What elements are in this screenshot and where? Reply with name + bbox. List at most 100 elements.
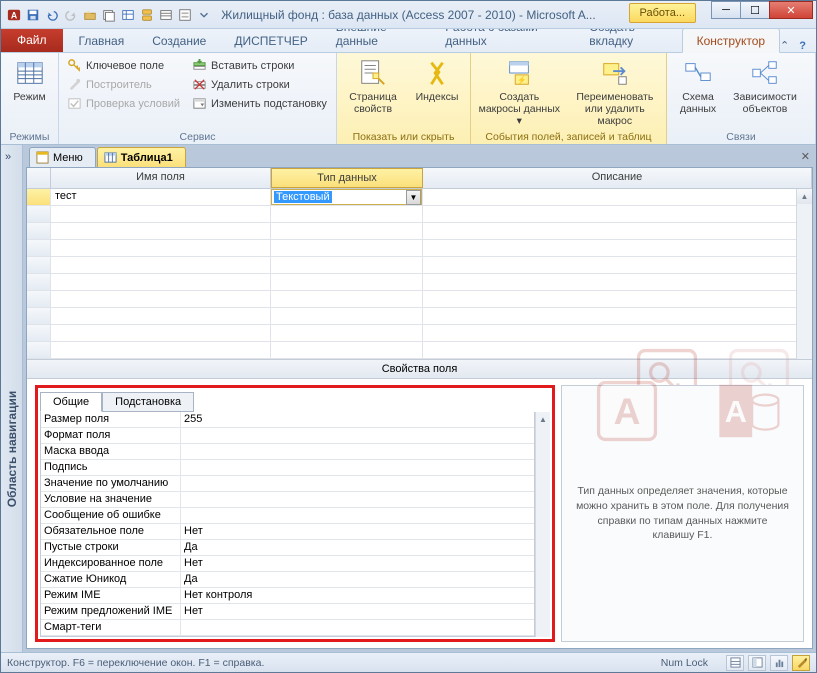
property-value[interactable] bbox=[181, 460, 534, 475]
qat-btn-9[interactable] bbox=[176, 6, 194, 24]
property-value[interactable] bbox=[181, 428, 534, 443]
delete-rows-button[interactable]: Удалить строки bbox=[188, 76, 331, 93]
field-row[interactable] bbox=[27, 206, 812, 223]
tab-general[interactable]: Общие bbox=[40, 392, 102, 412]
navigation-pane-collapsed[interactable]: » Область навигации bbox=[1, 145, 23, 652]
data-type-cell[interactable]: Текстовый ▼ bbox=[271, 189, 423, 205]
qat-btn-5[interactable] bbox=[100, 6, 118, 24]
tab-file[interactable]: Файл bbox=[1, 28, 63, 52]
property-value[interactable]: Да bbox=[181, 572, 534, 587]
property-row[interactable]: Маска ввода bbox=[41, 444, 534, 460]
field-name-cell[interactable]: тест bbox=[51, 189, 271, 205]
pivot-view-btn[interactable] bbox=[748, 655, 766, 671]
close-tab-icon[interactable]: ✕ bbox=[795, 146, 816, 167]
property-value[interactable]: Да bbox=[181, 540, 534, 555]
property-value[interactable] bbox=[181, 492, 534, 507]
datasheet-view-btn[interactable] bbox=[726, 655, 744, 671]
data-macros-button[interactable]: ⚡ Создать макросы данных ▾ bbox=[475, 55, 564, 129]
property-row[interactable]: Сжатие ЮникодДа bbox=[41, 572, 534, 588]
maximize-button[interactable]: ☐ bbox=[740, 1, 770, 19]
property-value[interactable]: Нет bbox=[181, 604, 534, 619]
close-button[interactable]: ✕ bbox=[769, 1, 813, 19]
property-row[interactable]: Режим IMEНет контроля bbox=[41, 588, 534, 604]
tab-lookup[interactable]: Подстановка bbox=[102, 392, 194, 412]
view-button[interactable]: Режим bbox=[5, 55, 54, 105]
property-value[interactable] bbox=[181, 620, 534, 635]
undo-icon[interactable] bbox=[43, 6, 61, 24]
datasheet-view-icon bbox=[14, 57, 46, 89]
qat-btn-7[interactable] bbox=[138, 6, 156, 24]
col-data-type[interactable]: Тип данных bbox=[271, 168, 423, 188]
field-row[interactable] bbox=[27, 240, 812, 257]
field-row[interactable] bbox=[27, 257, 812, 274]
field-row[interactable] bbox=[27, 342, 812, 359]
property-value[interactable] bbox=[181, 444, 534, 459]
tab-dispatcher[interactable]: ДИСПЕТЧЕР bbox=[220, 29, 321, 52]
qat-btn-4[interactable] bbox=[81, 6, 99, 24]
property-row[interactable]: Размер поля255 bbox=[41, 412, 534, 428]
property-value[interactable]: Нет bbox=[181, 556, 534, 571]
collapse-ribbon-icon[interactable]: ⌃ bbox=[780, 39, 789, 52]
field-row[interactable] bbox=[27, 274, 812, 291]
indexes-icon bbox=[421, 57, 453, 89]
property-row[interactable]: Сообщение об ошибке bbox=[41, 508, 534, 524]
indexes-button[interactable]: Индексы bbox=[409, 55, 465, 105]
qat-customize-icon[interactable] bbox=[195, 6, 213, 24]
chart-view-btn[interactable] bbox=[770, 655, 788, 671]
object-tab-table1[interactable]: Таблица1 bbox=[97, 147, 186, 167]
minimize-button[interactable]: ─ bbox=[711, 1, 741, 19]
app-icon[interactable]: A bbox=[5, 6, 23, 24]
field-row[interactable] bbox=[27, 325, 812, 342]
field-rows-scrollbar[interactable]: ▲ bbox=[796, 189, 812, 359]
property-label: Индексированное поле bbox=[41, 556, 181, 571]
col-field-name[interactable]: Имя поля bbox=[51, 168, 271, 188]
data-type-dropdown-icon[interactable]: ▼ bbox=[406, 190, 421, 205]
expand-navpane-icon[interactable]: » bbox=[5, 151, 11, 163]
design-view-btn[interactable] bbox=[792, 655, 810, 671]
property-value[interactable]: Нет контроля bbox=[181, 588, 534, 603]
property-row[interactable]: Значение по умолчанию bbox=[41, 476, 534, 492]
property-row[interactable]: Условие на значение bbox=[41, 492, 534, 508]
properties-scrollbar[interactable]: ▲ bbox=[535, 412, 550, 637]
property-row[interactable]: Режим предложений IMEНет bbox=[41, 604, 534, 620]
property-value[interactable] bbox=[181, 508, 534, 523]
field-row[interactable]: тест Текстовый ▼ bbox=[27, 189, 812, 206]
object-dependencies-button[interactable]: Зависимости объектов bbox=[729, 55, 801, 117]
property-row[interactable]: Формат поля bbox=[41, 428, 534, 444]
property-row[interactable]: Подпись bbox=[41, 460, 534, 476]
property-value[interactable]: Нет bbox=[181, 524, 534, 539]
row-selector[interactable] bbox=[27, 189, 51, 205]
ribbon-tabs: Файл Главная Создание ДИСПЕТЧЕР Внешние … bbox=[1, 29, 816, 53]
property-value[interactable] bbox=[181, 476, 534, 491]
description-cell[interactable] bbox=[423, 189, 812, 205]
primary-key-button[interactable]: Ключевое поле bbox=[63, 57, 184, 74]
property-label: Сообщение об ошибке bbox=[41, 508, 181, 523]
qat-btn-6[interactable] bbox=[119, 6, 137, 24]
field-row[interactable] bbox=[27, 308, 812, 325]
save-icon[interactable] bbox=[24, 6, 42, 24]
col-description[interactable]: Описание bbox=[423, 168, 812, 188]
help-icon[interactable]: ? bbox=[799, 40, 806, 52]
builder-button[interactable]: Построитель bbox=[63, 76, 184, 93]
numlock-indicator: Num Lock bbox=[661, 657, 708, 669]
field-row[interactable] bbox=[27, 223, 812, 240]
property-row[interactable]: Смарт-теги bbox=[41, 620, 534, 636]
property-row[interactable]: Пустые строкиДа bbox=[41, 540, 534, 556]
relationships-button[interactable]: Схема данных bbox=[671, 55, 725, 117]
tab-home[interactable]: Главная bbox=[65, 29, 139, 52]
select-all-fields[interactable] bbox=[27, 168, 51, 188]
rename-delete-macro-button[interactable]: Переименовать или удалить макрос bbox=[568, 55, 662, 129]
property-value[interactable]: 255 bbox=[181, 412, 534, 427]
tab-design[interactable]: Конструктор bbox=[682, 28, 780, 53]
qat-btn-8[interactable] bbox=[157, 6, 175, 24]
property-sheet-button[interactable]: Страница свойств bbox=[341, 55, 405, 117]
modify-lookups-button[interactable]: Изменить подстановку bbox=[188, 95, 331, 112]
test-validation-button[interactable]: Проверка условий bbox=[63, 95, 184, 112]
tab-create[interactable]: Создание bbox=[138, 29, 220, 52]
property-row[interactable]: Обязательное полеНет bbox=[41, 524, 534, 540]
object-tab-menu[interactable]: Меню bbox=[29, 147, 96, 167]
property-row[interactable]: Индексированное полеНет bbox=[41, 556, 534, 572]
field-row[interactable] bbox=[27, 291, 812, 308]
insert-rows-button[interactable]: Вставить строки bbox=[188, 57, 331, 74]
redo-icon[interactable] bbox=[62, 6, 80, 24]
